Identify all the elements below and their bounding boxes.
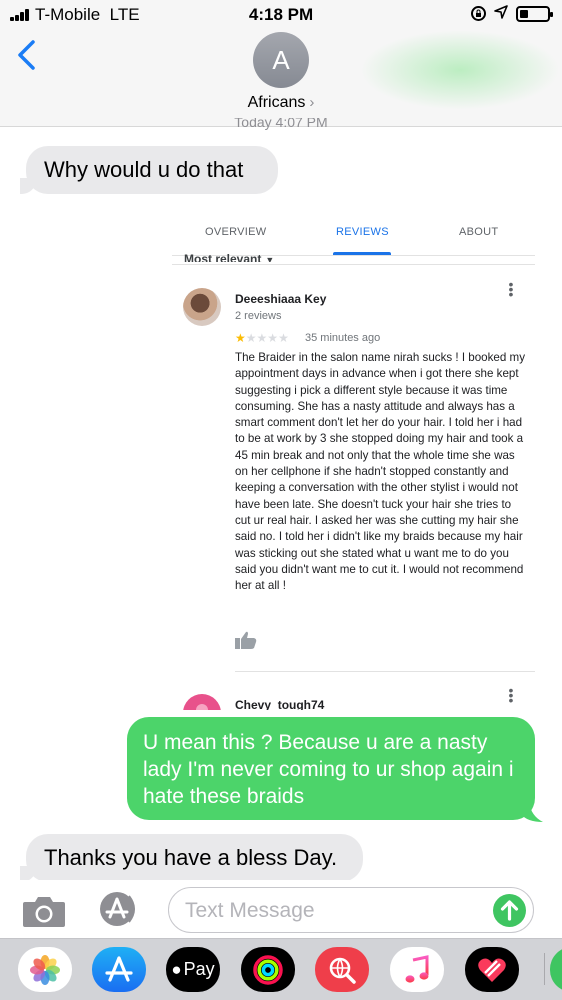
app-store-button[interactable]	[95, 890, 141, 928]
thumbs-up-icon	[234, 630, 258, 650]
star-empty-icon: ★	[245, 331, 257, 345]
message-timestamp: Today 4:07 PM	[234, 118, 328, 130]
star-empty-icon: ★	[267, 331, 279, 345]
send-button[interactable]	[493, 894, 526, 927]
contact-avatar[interactable]: A	[253, 32, 309, 88]
message-input-field[interactable]	[168, 887, 534, 933]
reviewer-name: Deeeshiaaa Key	[235, 292, 327, 306]
contact-name-button[interactable]: Africans ›	[0, 94, 562, 112]
activity-app-button[interactable]	[241, 947, 295, 992]
attached-screenshot[interactable]: OVERVIEW REVIEWS ABOUT Most relevant ▼ De…	[172, 210, 535, 710]
more-vert-icon: • • •	[508, 276, 514, 302]
divider	[235, 671, 535, 672]
apple-pay-app-button[interactable]: ● Pay	[166, 947, 220, 992]
reviewer-name: Chevy_tough74	[235, 698, 325, 710]
sort-dropdown: Most relevant ▼	[184, 248, 274, 262]
active-tab-indicator	[333, 252, 391, 255]
compose-bar	[0, 880, 562, 938]
app-store-icon	[105, 955, 133, 982]
star-empty-icon: ★	[256, 331, 268, 345]
reviewer-avatar	[183, 288, 221, 326]
review-time: 35 minutes ago	[305, 332, 381, 344]
incoming-message[interactable]: Thanks you have a bless Day.	[26, 834, 363, 882]
bubble-tail	[20, 178, 36, 194]
activity-rings-icon	[253, 954, 283, 985]
apple-pay-label: Pay	[183, 959, 215, 979]
incoming-message[interactable]: Why would u do that	[26, 146, 278, 194]
heart-app-button[interactable]	[465, 947, 519, 992]
camera-button[interactable]	[21, 894, 67, 928]
caret-down-icon: ▼	[265, 255, 275, 262]
photos-icon	[30, 954, 60, 985]
photos-app-button[interactable]	[18, 947, 72, 992]
bubble-tail	[521, 802, 543, 822]
divider	[172, 264, 535, 265]
camera-icon	[23, 897, 65, 927]
contact-name: Africans	[247, 94, 306, 111]
tab-overview: OVERVIEW	[205, 226, 267, 238]
tab-about: ABOUT	[459, 226, 499, 238]
status-icons	[471, 5, 553, 22]
message-text: U mean this ? Because u are a nasty lady…	[143, 731, 514, 808]
message-input[interactable]	[185, 897, 475, 925]
location-arrow-icon	[494, 5, 508, 22]
chevron-left-icon	[18, 40, 35, 70]
status-bar: T-Mobile LTE 4:18 PM	[0, 0, 562, 30]
music-app-button[interactable]	[390, 947, 444, 992]
app-store-app-button[interactable]	[92, 947, 146, 992]
app-store-icon	[100, 892, 135, 926]
imessage-app-drawer: ● Pay	[0, 938, 562, 1000]
heart-icon	[478, 958, 506, 982]
star-rating: ★★★★★	[235, 331, 289, 345]
chevron-right-icon: ›	[309, 94, 315, 111]
back-button[interactable]	[14, 38, 44, 72]
battery-level	[520, 9, 528, 18]
battery-icon	[516, 5, 553, 22]
rotation-lock-icon	[471, 6, 486, 21]
star-empty-icon: ★	[278, 331, 289, 345]
reviewer-review-count: 2 reviews	[235, 310, 282, 322]
globe-search-icon	[329, 957, 356, 984]
message-text: Why would u do that	[44, 157, 244, 182]
more-apps-button[interactable]	[550, 947, 562, 992]
conversation-header: A Africans ›	[0, 30, 562, 127]
music-note-icon	[405, 954, 429, 983]
star-filled-icon: ★	[235, 331, 246, 345]
reviewer-avatar	[183, 694, 221, 710]
review-text: The Braider in the salon name nirah suck…	[235, 351, 525, 593]
more-vert-icon: • • •	[508, 682, 514, 708]
image-search-app-button[interactable]	[315, 947, 369, 992]
message-text: Thanks you have a bless Day.	[44, 845, 338, 870]
tray-separator	[544, 953, 545, 985]
arrow-up-icon	[500, 900, 519, 921]
apple-logo-icon: ●	[171, 959, 182, 979]
outgoing-message[interactable]: U mean this ? Because u are a nasty lady…	[127, 717, 535, 820]
tab-reviews: REVIEWS	[336, 226, 389, 238]
sort-label: Most relevant	[184, 252, 262, 262]
